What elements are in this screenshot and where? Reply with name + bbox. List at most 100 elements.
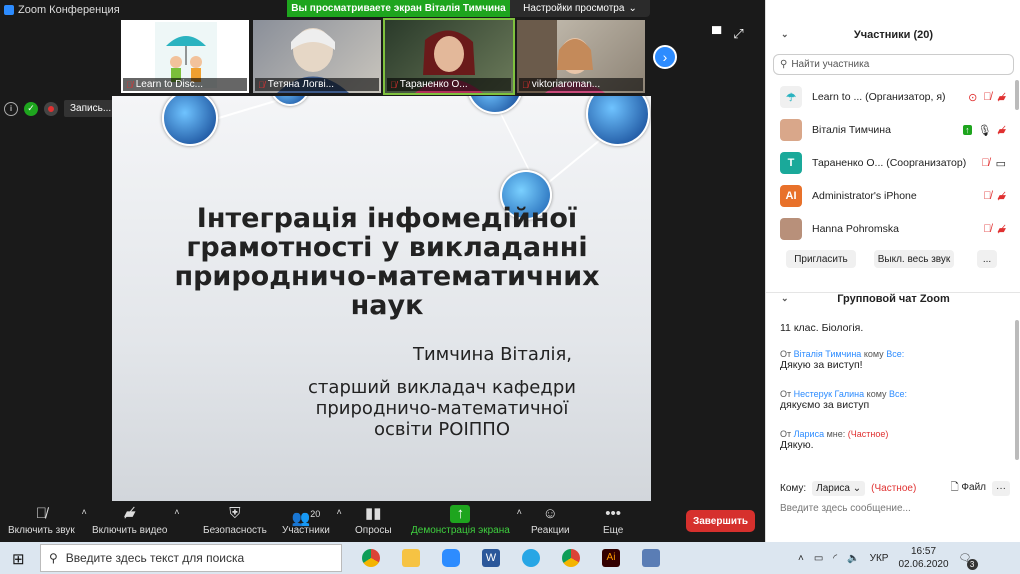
scrollbar[interactable] <box>1015 80 1019 110</box>
video-icon: ▭ <box>995 157 1006 170</box>
end-meeting-button[interactable]: Завершить <box>686 510 755 532</box>
participant-row[interactable]: T Тараненко О... (Соорганизатор) 🎙̸ ▭ <box>780 151 1006 175</box>
reactions-button[interactable]: ☺ Реакции <box>531 505 570 536</box>
mic-icon: 🎙 <box>977 124 992 137</box>
unmute-button[interactable]: 🎙̸ Включить звук ˄ <box>8 505 87 536</box>
video-off-icon: ▰̸ <box>997 223 1006 236</box>
slide-title: Інтеграція інфомедійної грамотності у ви… <box>174 203 600 321</box>
slide-author: Тимчина Віталія, <box>412 344 572 365</box>
people-icon: 👥20 <box>291 509 321 527</box>
avatar <box>780 218 802 240</box>
mic-off-icon: 🎙̸ <box>981 157 990 169</box>
smiley-icon: ☺ <box>542 505 558 522</box>
video-off-icon: ▰̸ <box>123 505 136 522</box>
chevron-up-icon[interactable]: ˄ <box>174 507 179 517</box>
security-button[interactable]: ⛨ Безопасность <box>203 505 267 536</box>
mute-all-button[interactable]: Выкл. весь звук <box>874 250 954 268</box>
slide-position: старший викладач кафедри природничо-мате… <box>308 377 576 440</box>
chevron-up-icon[interactable]: ˄ <box>517 507 522 517</box>
participants-more-button[interactable]: ... <box>977 250 997 268</box>
invite-button[interactable]: Пригласить <box>786 250 856 268</box>
record-icon: ⊙ <box>968 91 978 104</box>
windows-start-icon[interactable]: ⊞ <box>12 550 25 568</box>
thumbnail-2[interactable]: 🎙̸ Тетяна Логві... <box>253 20 381 93</box>
next-page-arrow-icon[interactable]: › <box>653 45 677 69</box>
mic-off-icon: 🎙̸ <box>983 190 992 202</box>
participant-row[interactable]: Hanna Pohromska 🎙̸ ▰̸ <box>780 217 1006 241</box>
chevron-down-icon[interactable]: ⌄ <box>781 293 789 304</box>
chevron-up-icon[interactable]: ˄ <box>798 553 804 564</box>
volume-icon[interactable]: 🔈 <box>847 553 859 564</box>
avatar: AI <box>780 185 802 207</box>
thumbnail-3[interactable]: 🎙̸ Тараненко О... <box>383 18 515 95</box>
thumbnail-name: Тетяна Логві... <box>267 79 335 90</box>
share-screen-button[interactable]: ↑ Демонстрація экрана ˄ <box>411 505 522 536</box>
view-layout-icon[interactable]: ▀ <box>712 26 721 42</box>
record-dot-icon <box>44 101 58 116</box>
language-indicator[interactable]: УКР <box>870 553 889 564</box>
chrome-icon[interactable] <box>362 549 380 567</box>
recipient-select[interactable]: Лариса ⌄ <box>812 480 866 496</box>
file-button[interactable]: 🗋 Файл <box>951 480 986 497</box>
fullscreen-icon[interactable]: ⤢ <box>733 26 743 42</box>
video-off-icon: ▰̸ <box>997 190 1006 203</box>
mic-off-icon: 🎙̸ <box>35 505 47 522</box>
shield-icon: ⛨ <box>229 505 241 522</box>
telegram-icon[interactable] <box>522 549 540 567</box>
participant-search-input[interactable]: ⚲ Найти участника <box>773 54 1014 75</box>
participants-button[interactable]: 👥20 Участники ˄ <box>282 505 342 536</box>
mic-off-icon: 🎙̸ <box>983 223 992 235</box>
mic-off-icon: 🎙̸ <box>522 79 529 90</box>
windows-taskbar: ⊞ ⚲ Введите здесь текст для поиска W Ai ˄… <box>0 542 1020 574</box>
more-dots-icon: ••• <box>605 505 622 522</box>
network-icon[interactable]: ▭ <box>814 553 823 564</box>
chat-message: 11 клас. Біологія. <box>780 322 864 334</box>
file-icon: 🗋 <box>950 481 959 493</box>
system-tray: ˄ ▭ ◜ 🔈 УКР 16:57 02.06.2020 🗨 3 <box>798 542 978 574</box>
clock[interactable]: 16:57 02.06.2020 <box>898 545 948 571</box>
chat-message: От Нестерук Галина кому Все: дякуємо за … <box>780 389 908 411</box>
meeting-stage: 🎙̸ Learn to Disc... 🎙̸ Тетяна Логві... 🎙̸ Т… <box>0 18 765 502</box>
thumbnail-name: Learn to Disc... <box>135 79 204 90</box>
shield-icon[interactable]: ✓ <box>24 101 38 116</box>
thumbnail-name: Тараненко О... <box>399 79 468 90</box>
chevron-down-icon[interactable]: ⌄ <box>781 29 789 40</box>
chat-message-input[interactable]: Введите здесь сообщение... <box>780 503 1010 514</box>
meeting-toolbar: 🎙̸ Включить звук ˄ ▰̸ Включить видео ˄ ⛨ Безо… <box>0 501 765 542</box>
avatar <box>780 119 802 141</box>
participant-row[interactable]: AI Administrator's iPhone 🎙̸ ▰̸ <box>780 184 1006 208</box>
illustrator-icon[interactable]: Ai <box>602 549 620 567</box>
thumbnail-4[interactable]: 🎙̸ viktoriaroman... <box>517 20 645 93</box>
more-button[interactable]: ••• Еще <box>603 505 623 536</box>
participant-row[interactable]: ☂ Learn to ... (Организатор, я) ⊙ 🎙̸ ▰̸ <box>780 85 1006 109</box>
polls-button[interactable]: ▮▮ Опросы <box>355 505 392 536</box>
video-off-icon: ▰̸ <box>997 91 1006 104</box>
view-options-button[interactable]: Настройки просмотра ⌄ <box>510 0 650 17</box>
avatar: T <box>780 152 802 174</box>
video-off-icon: ▰̸ <box>997 124 1006 137</box>
chrome-profile-icon[interactable] <box>562 549 580 567</box>
participants-header: ⌄ Участники (20) <box>781 29 934 41</box>
search-icon: ⚲ <box>49 551 58 565</box>
word-icon[interactable]: W <box>482 549 500 567</box>
scrollbar[interactable] <box>1015 320 1019 460</box>
app-icon[interactable] <box>642 549 660 567</box>
mic-off-icon: 🎙̸ <box>126 79 133 90</box>
zoom-app-icon[interactable] <box>442 549 460 567</box>
notifications-icon[interactable]: 🗨 3 <box>959 553 978 570</box>
chat-more-button[interactable]: ··· <box>992 480 1010 496</box>
wifi-icon[interactable]: ◜ <box>833 553 837 564</box>
chat-message: От Лариса мне: (Частное) Дякую. <box>780 429 889 451</box>
thumbnail-1[interactable]: 🎙̸ Learn to Disc... <box>121 20 249 93</box>
chevron-up-icon[interactable]: ˄ <box>81 507 86 517</box>
window-title: Zoom Конференция <box>18 4 120 16</box>
participant-row[interactable]: Віталія Тимчина ↑ 🎙 ▰̸ <box>780 118 1006 142</box>
taskbar-search-input[interactable]: ⚲ Введите здесь текст для поиска <box>40 544 342 572</box>
avatar: ☂ <box>780 86 802 108</box>
chevron-down-icon: ⌄ <box>628 3 637 14</box>
info-icon[interactable]: i <box>4 101 18 116</box>
file-explorer-icon[interactable] <box>402 549 420 567</box>
chevron-up-icon[interactable]: ˄ <box>337 507 342 517</box>
start-video-button[interactable]: ▰̸ Включить видео ˄ <box>92 505 180 536</box>
bar-chart-icon: ▮▮ <box>365 505 382 522</box>
